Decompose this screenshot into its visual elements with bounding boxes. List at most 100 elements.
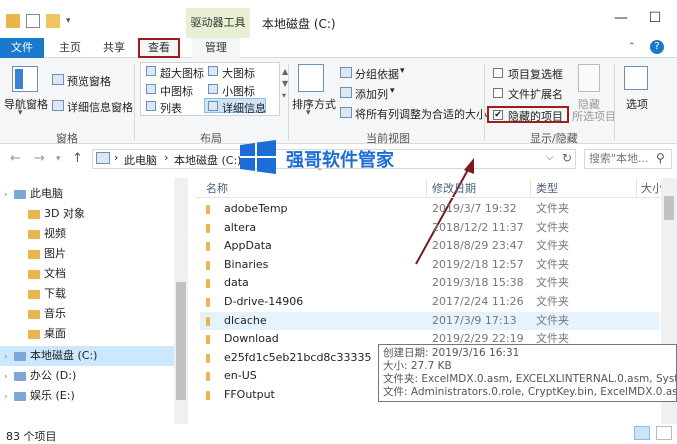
tab-manage[interactable]: 管理: [192, 38, 240, 58]
tab-file[interactable]: 文件: [0, 38, 44, 58]
nav-item[interactable]: 下载: [0, 284, 174, 304]
item-checkboxes-checkbox[interactable]: [493, 68, 503, 78]
maximize-button[interactable]: ☐: [640, 10, 670, 26]
breadcrumb-separator: ›: [164, 151, 169, 164]
column-header-type[interactable]: 类型: [536, 180, 558, 196]
group-label-current-view: 当前视图: [366, 132, 410, 145]
add-column-dropdown-icon[interactable]: ▾: [390, 86, 395, 96]
tab-home[interactable]: 主页: [52, 38, 88, 58]
nav-pane-dropdown-icon[interactable]: ▾: [18, 108, 23, 118]
folder-icon: [206, 279, 210, 289]
nav-item-label: 3D 对象: [44, 207, 85, 220]
sort-dropdown-icon[interactable]: ▾: [306, 108, 311, 118]
ribbon-separator: [484, 64, 485, 140]
desktop-icon: [28, 329, 40, 339]
properties-icon[interactable]: [26, 14, 40, 28]
sort-by-button[interactable]: 排序方式: [292, 96, 336, 112]
status-bar: [0, 424, 677, 444]
large-icons-view-icon[interactable]: [656, 426, 672, 440]
search-icon[interactable]: ⚲: [656, 151, 665, 165]
new-folder-icon[interactable]: [46, 14, 60, 28]
nav-item[interactable]: 桌面: [0, 324, 174, 344]
add-column-button[interactable]: 添加列: [355, 86, 388, 102]
hide-selected-sublabel: 所选项目: [572, 110, 616, 123]
expand-chevron-icon[interactable]: ›: [4, 185, 14, 205]
column-divider[interactable]: [426, 178, 427, 198]
table-row[interactable]: D-drive-14906 2017/2/24 11:26 文件夹: [200, 293, 660, 312]
ribbon-collapse-icon[interactable]: ⌃: [628, 42, 636, 52]
layout-details[interactable]: 详细信息: [222, 100, 266, 116]
nav-pane-button[interactable]: 导航窗格: [4, 96, 48, 112]
folder-icon: [206, 372, 210, 382]
group-by-dropdown-icon[interactable]: ▾: [400, 66, 405, 76]
nav-item[interactable]: › 此电脑: [0, 184, 174, 204]
address-dropdown-icon[interactable]: ⌵: [546, 152, 554, 163]
expand-chevron-icon[interactable]: ›: [4, 347, 14, 367]
nav-item[interactable]: › 办公 (D:): [0, 366, 174, 386]
picture-icon: [28, 249, 40, 259]
table-row[interactable]: AppData 2018/8/29 23:47 文件夹: [200, 237, 660, 256]
file-name: FFOutput: [224, 388, 275, 401]
computer-icon: [96, 152, 110, 164]
extra-large-icons-icon: [146, 66, 156, 76]
table-row[interactable]: Binaries 2019/2/18 12:57 文件夹: [200, 256, 660, 275]
table-row[interactable]: data 2019/3/18 15:38 文件夹: [200, 274, 660, 293]
file-type: 文件夹: [536, 276, 569, 290]
large-icons-icon: [208, 66, 218, 76]
column-divider[interactable]: [530, 178, 531, 198]
breadcrumb-local-disk[interactable]: 本地磁盘 (C:): [174, 152, 241, 168]
breadcrumb-this-pc[interactable]: 此电脑: [124, 152, 157, 168]
layout-large-icons[interactable]: 大图标: [222, 65, 255, 81]
up-icon[interactable]: ↑: [72, 151, 83, 166]
breadcrumb-separator: ›: [114, 151, 119, 164]
recent-locations-icon[interactable]: ▾: [56, 154, 61, 164]
file-list-scrollbar-thumb[interactable]: [664, 196, 674, 220]
file-type: 文件夹: [536, 220, 569, 234]
refresh-icon[interactable]: ↻: [562, 151, 572, 165]
nav-item[interactable]: › 娱乐 (E:): [0, 386, 174, 406]
column-divider[interactable]: [636, 178, 637, 198]
quick-access-dropdown-icon[interactable]: ▾: [66, 16, 71, 26]
minimize-button[interactable]: —: [606, 10, 636, 26]
nav-item[interactable]: 音乐: [0, 304, 174, 324]
group-by-icon: [340, 67, 352, 78]
column-header-size[interactable]: 大小: [641, 180, 663, 196]
details-pane-button[interactable]: 详细信息窗格: [67, 99, 133, 115]
expand-chevron-icon[interactable]: ›: [4, 367, 14, 387]
expand-chevron-icon[interactable]: ›: [4, 387, 14, 407]
forward-icon[interactable]: →: [34, 151, 45, 166]
layout-extra-large-icons[interactable]: 超大图标: [160, 65, 204, 81]
preview-pane-button[interactable]: 预览窗格: [67, 73, 111, 89]
nav-scrollbar-thumb[interactable]: [176, 282, 186, 400]
tab-share[interactable]: 共享: [96, 38, 132, 58]
nav-item-label: 文档: [44, 267, 66, 280]
hidden-items-checkbox[interactable]: ✔: [493, 110, 503, 120]
table-row[interactable]: altera 2018/12/2 11:37 文件夹: [200, 219, 660, 238]
table-row[interactable]: dlcache 2017/3/9 17:13 文件夹: [200, 311, 660, 331]
help-icon[interactable]: ?: [650, 40, 664, 54]
column-header-name[interactable]: 名称: [206, 180, 228, 196]
options-button[interactable]: 选项: [626, 96, 648, 112]
file-extensions-checkbox[interactable]: [493, 88, 503, 98]
nav-item[interactable]: 3D 对象: [0, 204, 174, 224]
nav-item[interactable]: 视频: [0, 224, 174, 244]
back-icon[interactable]: ←: [10, 151, 21, 166]
nav-item[interactable]: 图片: [0, 244, 174, 264]
layout-medium-icons[interactable]: 中图标: [160, 83, 193, 99]
file-date: 2018/12/2 11:37: [432, 220, 524, 234]
column-header-date[interactable]: 修改日期: [432, 180, 476, 196]
table-row[interactable]: adobeTemp 2019/3/7 19:32 文件夹: [200, 200, 660, 219]
nav-item[interactable]: 文档: [0, 264, 174, 284]
tab-view[interactable]: 查看: [138, 38, 180, 58]
fit-columns-button[interactable]: 将所有列调整为合适的大小: [355, 106, 487, 122]
nav-scrollbar[interactable]: [174, 178, 188, 424]
layout-list[interactable]: 列表: [160, 100, 182, 116]
layout-small-icons[interactable]: 小图标: [222, 83, 255, 99]
details-view-icon[interactable]: [634, 426, 650, 440]
nav-item[interactable]: › 本地磁盘 (C:): [0, 346, 174, 366]
preview-pane-icon: [52, 74, 64, 85]
fit-columns-icon: [340, 107, 352, 118]
group-by-button[interactable]: 分组依据: [355, 66, 399, 82]
file-type: 文件夹: [536, 202, 569, 215]
file-name: data: [224, 276, 249, 290]
